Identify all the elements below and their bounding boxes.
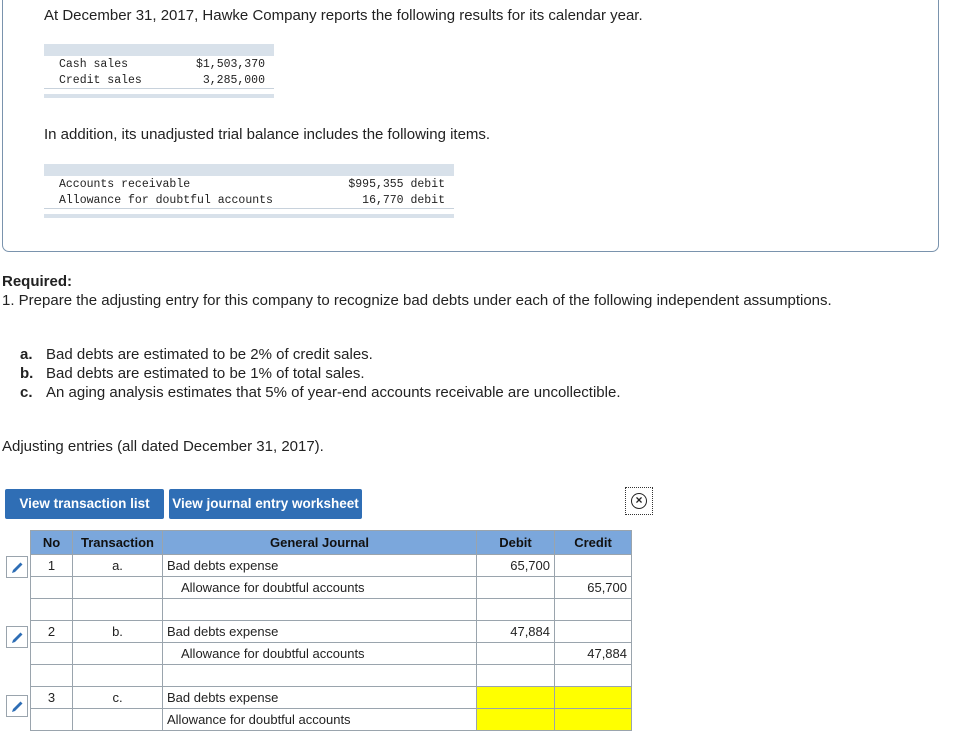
edit-entry-button[interactable] (6, 695, 28, 717)
credit-amount-empty (555, 621, 632, 643)
journal-row: Allowance for doubtful accounts 47,884 (31, 643, 632, 665)
debit-account: Bad debts expense (163, 555, 477, 577)
adjusting-heading: Adjusting entries (all dated December 31… (2, 438, 324, 455)
intro-text: At December 31, 2017, Hawke Company repo… (44, 7, 643, 24)
header-general-journal: General Journal (163, 531, 477, 555)
view-transaction-list-button[interactable]: View transaction list (5, 489, 164, 519)
credit-account: Allowance for doubtful accounts (163, 643, 477, 665)
debit-amount-field[interactable] (477, 687, 555, 709)
debit-amount: 47,884 (477, 621, 555, 643)
sales-value: $1,503,370 (196, 56, 265, 73)
credit-amount-empty (555, 555, 632, 577)
header-credit: Credit (555, 531, 632, 555)
entry-transaction: b. (73, 621, 163, 643)
edit-entry-button[interactable] (6, 556, 28, 578)
sales-table: Cash sales $1,503,370 Credit sales 3,285… (44, 44, 274, 98)
entry-no: 2 (31, 621, 73, 643)
entry-no: 3 (31, 687, 73, 709)
header-transaction: Transaction (73, 531, 163, 555)
trial-value: 16,770 debit (362, 193, 445, 208)
journal-row: Allowance for doubtful accounts 65,700 (31, 577, 632, 599)
journal-header-row: No Transaction General Journal Debit Cre… (31, 531, 632, 555)
credit-amount-field[interactable] (555, 687, 632, 709)
debit-amount: 65,700 (477, 555, 555, 577)
sales-label: Credit sales (59, 73, 142, 88)
requirement-text: Bad debts are estimated to be 1% of tota… (46, 365, 365, 382)
journal-row: 2 b. Bad debts expense 47,884 (31, 621, 632, 643)
requirement-item: b.Bad debts are estimated to be 1% of to… (20, 365, 365, 382)
entry-transaction: c. (73, 687, 163, 709)
credit-amount-field[interactable] (555, 709, 632, 731)
credit-account: Allowance for doubtful accounts (163, 577, 477, 599)
header-no: No (31, 531, 73, 555)
debit-account: Bad debts expense (163, 687, 477, 709)
header-debit: Debit (477, 531, 555, 555)
required-text: 1. Prepare the adjusting entry for this … (2, 292, 832, 309)
required-title: Required: (2, 273, 72, 290)
requirement-item: c.An aging analysis estimates that 5% of… (20, 384, 621, 401)
close-icon: × (631, 493, 647, 509)
journal-row: 3 c. Bad debts expense (31, 687, 632, 709)
sales-value: 3,285,000 (203, 73, 265, 88)
edit-entry-button[interactable] (6, 626, 28, 648)
journal-row: 1 a. Bad debts expense 65,700 (31, 555, 632, 577)
entry-no: 1 (31, 555, 73, 577)
credit-amount: 65,700 (555, 577, 632, 599)
requirement-text: Bad debts are estimated to be 2% of cred… (46, 346, 373, 363)
sales-label: Cash sales (59, 56, 128, 73)
requirement-text: An aging analysis estimates that 5% of y… (46, 384, 621, 401)
pencil-icon (10, 699, 25, 714)
trial-intro: In addition, its unadjusted trial balanc… (44, 126, 490, 143)
trial-balance-table: Accounts receivable $995,355 debit Allow… (44, 164, 454, 218)
credit-account: Allowance for doubtful accounts (163, 709, 477, 731)
trial-label: Accounts receivable (59, 176, 190, 193)
trial-value: $995,355 debit (348, 176, 445, 193)
close-button[interactable]: × (625, 487, 653, 515)
trial-label: Allowance for doubtful accounts (59, 193, 273, 208)
pencil-icon (10, 560, 25, 575)
debit-amount-field[interactable] (477, 709, 555, 731)
view-journal-worksheet-button[interactable]: View journal entry worksheet (169, 489, 362, 519)
pencil-icon (10, 630, 25, 645)
journal-row: Allowance for doubtful accounts (31, 709, 632, 731)
debit-account: Bad debts expense (163, 621, 477, 643)
credit-amount: 47,884 (555, 643, 632, 665)
requirement-letter: b. (20, 365, 46, 382)
journal-row-empty (31, 599, 632, 621)
entry-transaction: a. (73, 555, 163, 577)
journal-row-empty (31, 665, 632, 687)
requirement-letter: a. (20, 346, 46, 363)
journal-table: No Transaction General Journal Debit Cre… (30, 530, 632, 731)
requirement-item: a.Bad debts are estimated to be 2% of cr… (20, 346, 373, 363)
requirement-letter: c. (20, 384, 46, 401)
